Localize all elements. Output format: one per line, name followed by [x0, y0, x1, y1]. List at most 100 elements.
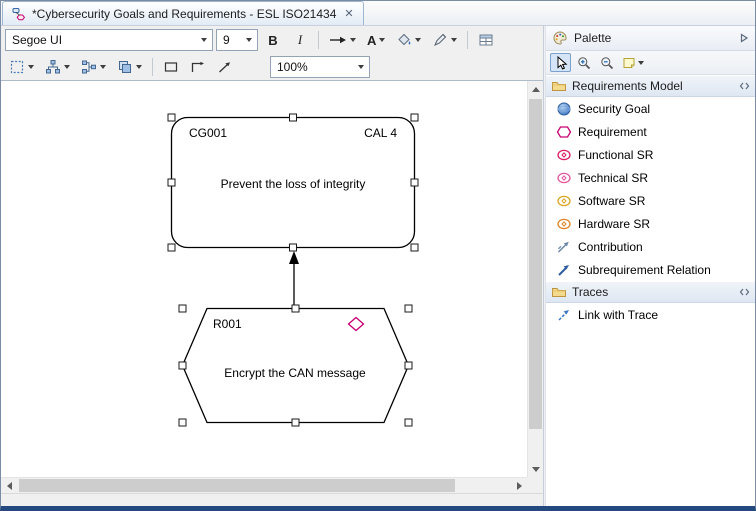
palette-header[interactable]: Palette [546, 26, 755, 51]
editor-column: Segoe UI 9 B I [1, 26, 543, 506]
italic-button[interactable]: I [288, 29, 312, 51]
arrange-all-button[interactable] [41, 56, 74, 78]
toolbar-separator [152, 58, 153, 76]
security-goal-label: Prevent the loss of integrity [221, 177, 366, 191]
collapse-right-icon[interactable] [739, 33, 749, 43]
chevron-down-icon [415, 38, 421, 42]
font-name-combo[interactable]: Segoe UI [5, 29, 213, 51]
note-icon [622, 56, 636, 70]
subrequirement-relation-icon [556, 262, 572, 278]
palette-item-security-goal[interactable]: Security Goal [546, 97, 755, 120]
chevron-down-icon [350, 38, 356, 42]
marquee-icon [9, 59, 25, 75]
palette-item-contribution[interactable]: Contribution [546, 235, 755, 258]
triangle-up-icon [532, 87, 540, 92]
note-tool-button[interactable] [619, 53, 647, 72]
palette-item-requirement[interactable]: Requirement [546, 120, 755, 143]
palette-item-functional-sr[interactable]: Functional SR [546, 143, 755, 166]
security-goal-cal: CAL 4 [364, 126, 397, 140]
diagram-canvas-area: CG001 CAL 4 Prevent the loss of integrit… [1, 80, 543, 493]
format-toolbar: Segoe UI 9 B I [1, 26, 543, 54]
palette-icon [552, 30, 568, 46]
palette-section-requirements-model[interactable]: Requirements Model [546, 75, 755, 97]
software-sr-icon [556, 193, 572, 209]
diagram-toolbar: 100% [1, 54, 543, 80]
scroll-left-button[interactable] [1, 478, 17, 494]
palette-item-label: Software SR [578, 194, 645, 208]
chevron-down-icon [64, 65, 70, 69]
palette-item-label: Contribution [578, 240, 643, 254]
requirement-node[interactable]: R001 Encrypt the CAN message [183, 309, 409, 423]
palette-item-software-sr[interactable]: Software SR [546, 189, 755, 212]
appearance-gallery-button[interactable] [474, 29, 498, 51]
font-color-button[interactable]: A [363, 29, 389, 51]
font-size-combo[interactable]: 9 [216, 29, 258, 51]
align-button[interactable] [77, 56, 110, 78]
chevron-down-icon [638, 61, 644, 65]
folder-icon [551, 78, 567, 94]
palette-item-hardware-sr[interactable]: Hardware SR [546, 212, 755, 235]
requirement-id: R001 [213, 317, 242, 331]
section-toggle-icon[interactable] [739, 81, 750, 91]
zoom-out-tool-button[interactable] [596, 53, 617, 72]
line-color-button[interactable] [428, 29, 461, 51]
palette-item-label: Link with Trace [578, 308, 658, 322]
link-with-trace-icon [556, 307, 572, 323]
horizontal-scroll-thumb[interactable] [19, 479, 455, 492]
security-goal-node[interactable]: CG001 CAL 4 Prevent the loss of integrit… [172, 118, 415, 248]
arrange-icon [45, 59, 61, 75]
hardware-sr-icon [556, 216, 572, 232]
pen-icon [432, 32, 448, 48]
section-toggle-icon[interactable] [739, 287, 750, 297]
style-table-icon [478, 32, 494, 48]
contribution-icon [556, 239, 572, 255]
palette-item-label: Requirement [578, 125, 647, 139]
oblique-router-button[interactable] [213, 56, 237, 78]
chevron-down-icon [379, 38, 385, 42]
zoom-combo[interactable]: 100% [270, 56, 370, 78]
editor-tabbar: *Cybersecurity Goals and Requirements - … [1, 1, 755, 26]
horizontal-scrollbar[interactable] [1, 477, 527, 493]
palette-item-link-with-trace[interactable]: Link with Trace [546, 303, 755, 326]
fill-color-button[interactable] [392, 29, 425, 51]
triangle-down-icon [532, 467, 540, 472]
arrow-icon [329, 35, 347, 45]
chevron-down-icon [201, 38, 207, 42]
marquee-select-button[interactable] [5, 56, 38, 78]
italic-label: I [298, 32, 302, 48]
palette-item-label: Security Goal [578, 102, 650, 116]
diagram-canvas[interactable]: CG001 CAL 4 Prevent the loss of integrit… [1, 81, 527, 477]
chevron-down-icon [136, 65, 142, 69]
security-goal-icon [556, 101, 572, 117]
scroll-up-button[interactable] [528, 81, 544, 97]
vertical-scrollbar[interactable] [527, 81, 543, 477]
zoom-in-tool-button[interactable] [573, 53, 594, 72]
order-button[interactable] [113, 56, 146, 78]
folder-icon [551, 284, 567, 300]
palette-item-technical-sr[interactable]: Technical SR [546, 166, 755, 189]
snap-bounds-button[interactable] [159, 56, 183, 78]
scroll-right-button[interactable] [511, 478, 527, 494]
palette-item-label: Technical SR [578, 171, 648, 185]
editor-tab[interactable]: *Cybersecurity Goals and Requirements - … [2, 1, 364, 25]
requirement-icon [556, 124, 572, 140]
arrow-style-button[interactable] [325, 29, 360, 51]
chevron-down-icon [451, 38, 457, 42]
select-tool-button[interactable] [550, 53, 571, 72]
font-name-value: Segoe UI [12, 33, 62, 47]
application-window: *Cybersecurity Goals and Requirements - … [0, 0, 756, 511]
editor-diagram-icon [12, 7, 26, 21]
tab-close-icon[interactable]: ✕ [344, 7, 353, 20]
editor-tab-title: *Cybersecurity Goals and Requirements - … [32, 7, 336, 21]
palette-item-label: Subrequirement Relation [578, 263, 711, 277]
scroll-down-button[interactable] [528, 461, 544, 477]
contribution-edge[interactable] [289, 251, 299, 308]
bold-button[interactable]: B [261, 29, 285, 51]
palette-item-label: Hardware SR [578, 217, 650, 231]
palette-item-subrequirement-relation[interactable]: Subrequirement Relation [546, 258, 755, 281]
diagram-svg: CG001 CAL 4 Prevent the loss of integrit… [1, 81, 526, 477]
rectilinear-router-button[interactable] [186, 56, 210, 78]
vertical-scroll-thumb[interactable] [529, 99, 542, 429]
requirement-label: Encrypt the CAN message [224, 366, 366, 380]
palette-section-traces[interactable]: Traces [546, 281, 755, 303]
